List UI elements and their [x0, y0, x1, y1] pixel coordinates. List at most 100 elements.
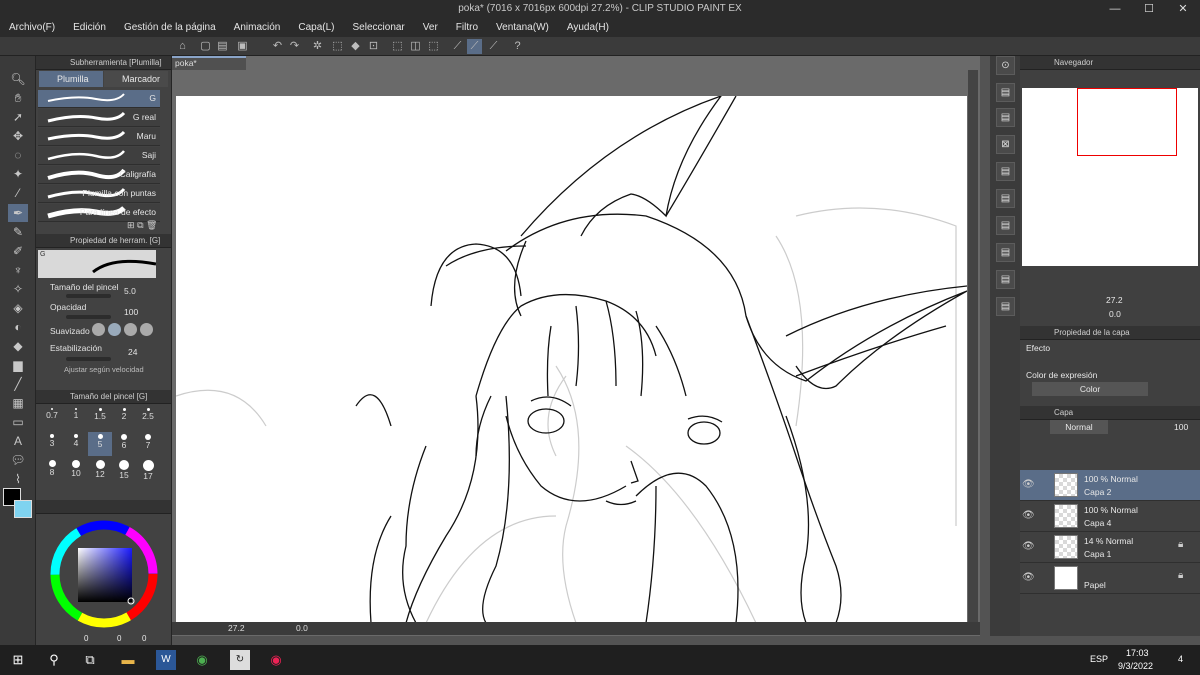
smoothing-option[interactable] — [140, 323, 153, 336]
clip-studio-icon[interactable]: ↻ — [230, 650, 250, 670]
language-indicator[interactable]: ESP — [1090, 654, 1108, 664]
size-cell-selected[interactable]: 5 — [88, 432, 112, 456]
size-cell[interactable]: 10 — [64, 458, 88, 482]
document-tab[interactable]: poka* — [172, 56, 246, 70]
brush-item[interactable]: Saji — [38, 147, 160, 165]
zoom-tool-icon[interactable]: 🔍︎ — [8, 70, 28, 88]
hand-tool-icon[interactable]: ✋︎ — [8, 89, 28, 107]
grid-snap-icon[interactable]: ⟋ — [486, 39, 501, 54]
deselect-icon[interactable]: ⬚ — [390, 39, 405, 54]
material-icon[interactable]: ▤ — [996, 108, 1015, 127]
undo-icon[interactable]: ↶ — [270, 39, 285, 54]
brush-tool-icon[interactable]: ✐ — [8, 242, 28, 260]
chrome-icon[interactable]: ◉ — [192, 650, 212, 670]
visibility-icon[interactable]: 👁︎ — [1022, 510, 1035, 521]
notification-count[interactable]: 4 — [1178, 654, 1183, 664]
size-cell[interactable]: 8 — [40, 458, 64, 482]
visibility-icon[interactable]: 👁︎ — [1022, 572, 1035, 583]
layer-opacity-value[interactable]: 100 — [1174, 422, 1188, 432]
size-cell[interactable]: 2 — [112, 406, 136, 430]
balloon-icon[interactable]: 💬︎ — [8, 451, 28, 469]
smoothing-options[interactable] — [92, 323, 156, 337]
navigator-preview[interactable] — [1022, 88, 1198, 266]
clear-icon[interactable]: ⬚ — [330, 39, 345, 54]
gradient-icon[interactable]: ▆ — [8, 356, 28, 374]
angle-value[interactable]: 0.0 — [296, 623, 308, 633]
menu-filtro[interactable]: Filtro — [447, 22, 487, 33]
material-icon[interactable]: ▤ — [996, 297, 1015, 316]
brush-item[interactable]: Caligrafía — [38, 166, 160, 184]
brush-item[interactable]: Maru — [38, 128, 160, 146]
ruler-icon[interactable]: ▭ — [8, 413, 28, 431]
material-icon[interactable]: ▤ — [996, 243, 1015, 262]
expression-color-select[interactable]: Color — [1032, 382, 1148, 396]
size-cell[interactable]: 0.7 — [40, 406, 64, 430]
color-wheel[interactable] — [48, 518, 160, 630]
duplicate-icon[interactable]: ⧉ — [137, 220, 143, 230]
navigator-viewport[interactable] — [1077, 88, 1177, 156]
ruler-snap-icon[interactable]: ⟋ — [450, 39, 465, 54]
size-cell[interactable]: 2.5 — [136, 406, 160, 430]
size-value[interactable]: 5.0 — [124, 286, 136, 296]
pencil-tool-icon[interactable]: ✎ — [8, 223, 28, 241]
help-icon[interactable]: ? — [510, 39, 525, 54]
menu-ver[interactable]: Ver — [414, 22, 447, 33]
open-icon[interactable]: ▤ — [215, 39, 230, 54]
eraser-icon[interactable]: ◈ — [8, 299, 28, 317]
info-icon[interactable]: ⊠ — [996, 135, 1015, 154]
frame-icon[interactable]: ▦ — [8, 394, 28, 412]
transform-icon[interactable]: ⊡ — [366, 39, 381, 54]
brush-item[interactable]: Plumilla con puntas — [38, 185, 160, 203]
smoothing-option[interactable] — [92, 323, 105, 336]
text-tool-icon[interactable]: A — [8, 432, 28, 450]
size-cell[interactable]: 3 — [40, 432, 64, 456]
smoothing-option[interactable] — [108, 323, 121, 336]
tab-marcador[interactable]: Marcador — [104, 71, 168, 87]
decoration-icon[interactable]: ✧ — [8, 280, 28, 298]
home-icon[interactable]: ⌂ — [175, 39, 190, 54]
layer-row[interactable]: 👁︎ Papel 🔒︎ — [1020, 563, 1200, 594]
minimize-button[interactable]: — — [1098, 0, 1132, 18]
stabilization-value[interactable]: 24 — [128, 347, 137, 357]
sub-color-swatch[interactable] — [14, 500, 32, 518]
visibility-icon[interactable]: 👁︎ — [1022, 541, 1035, 552]
layer-row[interactable]: 👁︎ 14 % Normal Capa 1 🔒︎ — [1020, 532, 1200, 563]
opacity-value[interactable]: 100 — [124, 307, 138, 317]
vertical-scrollbar[interactable] — [968, 70, 978, 622]
magic-wand-icon[interactable]: ✦ — [8, 165, 28, 183]
navigator-zoom[interactable]: 27.2 — [1106, 295, 1123, 305]
lock-icon[interactable]: 🔒︎ — [1178, 570, 1183, 581]
operation-tool-icon[interactable]: ➚ — [8, 108, 28, 126]
smoothing-option[interactable] — [124, 323, 137, 336]
zoom-value[interactable]: 27.2 — [228, 623, 245, 633]
clock-date[interactable]: 9/3/2022 — [1118, 661, 1153, 671]
menu-edicion[interactable]: Edición — [64, 22, 115, 33]
drawing-canvas[interactable] — [176, 96, 967, 623]
file-explorer-icon[interactable]: ▬ — [118, 650, 138, 670]
new-icon[interactable]: ▢ — [198, 39, 213, 54]
material-icon[interactable]: ▤ — [996, 162, 1015, 181]
menu-ventana[interactable]: Ventana(W) — [487, 22, 558, 33]
fill-tool-icon[interactable]: ◆ — [8, 337, 28, 355]
material-icon[interactable]: ▤ — [996, 216, 1015, 235]
menu-animacion[interactable]: Animación — [225, 22, 290, 33]
lasso-tool-icon[interactable]: ◌ — [8, 146, 28, 164]
size-cell[interactable]: 17 — [136, 458, 160, 482]
save-icon[interactable]: ▣ — [235, 39, 250, 54]
material-icon[interactable]: ▤ — [996, 270, 1015, 289]
layer-row[interactable]: 👁︎ 100 % Normal Capa 4 — [1020, 501, 1200, 532]
add-subtool-icon[interactable]: ⊞ — [127, 220, 135, 230]
size-cell[interactable]: 7 — [136, 432, 160, 456]
word-icon[interactable]: W — [156, 650, 176, 670]
correct-line-icon[interactable]: ⌇ — [8, 470, 28, 488]
windows-start-icon[interactable]: ⊞ — [8, 650, 28, 670]
move-tool-icon[interactable]: ✥ — [8, 127, 28, 145]
redo-icon[interactable]: ↷ — [287, 39, 302, 54]
opacity-slider[interactable] — [66, 315, 111, 319]
maximize-button[interactable]: ☐ — [1132, 0, 1166, 18]
brush-item[interactable]: G — [38, 90, 160, 108]
special-ruler-snap-icon[interactable]: ⟋ — [467, 39, 482, 54]
close-button[interactable]: ✕ — [1166, 0, 1200, 18]
task-view-icon[interactable]: ⧉ — [80, 650, 100, 670]
size-cell[interactable]: 1.5 — [88, 406, 112, 430]
